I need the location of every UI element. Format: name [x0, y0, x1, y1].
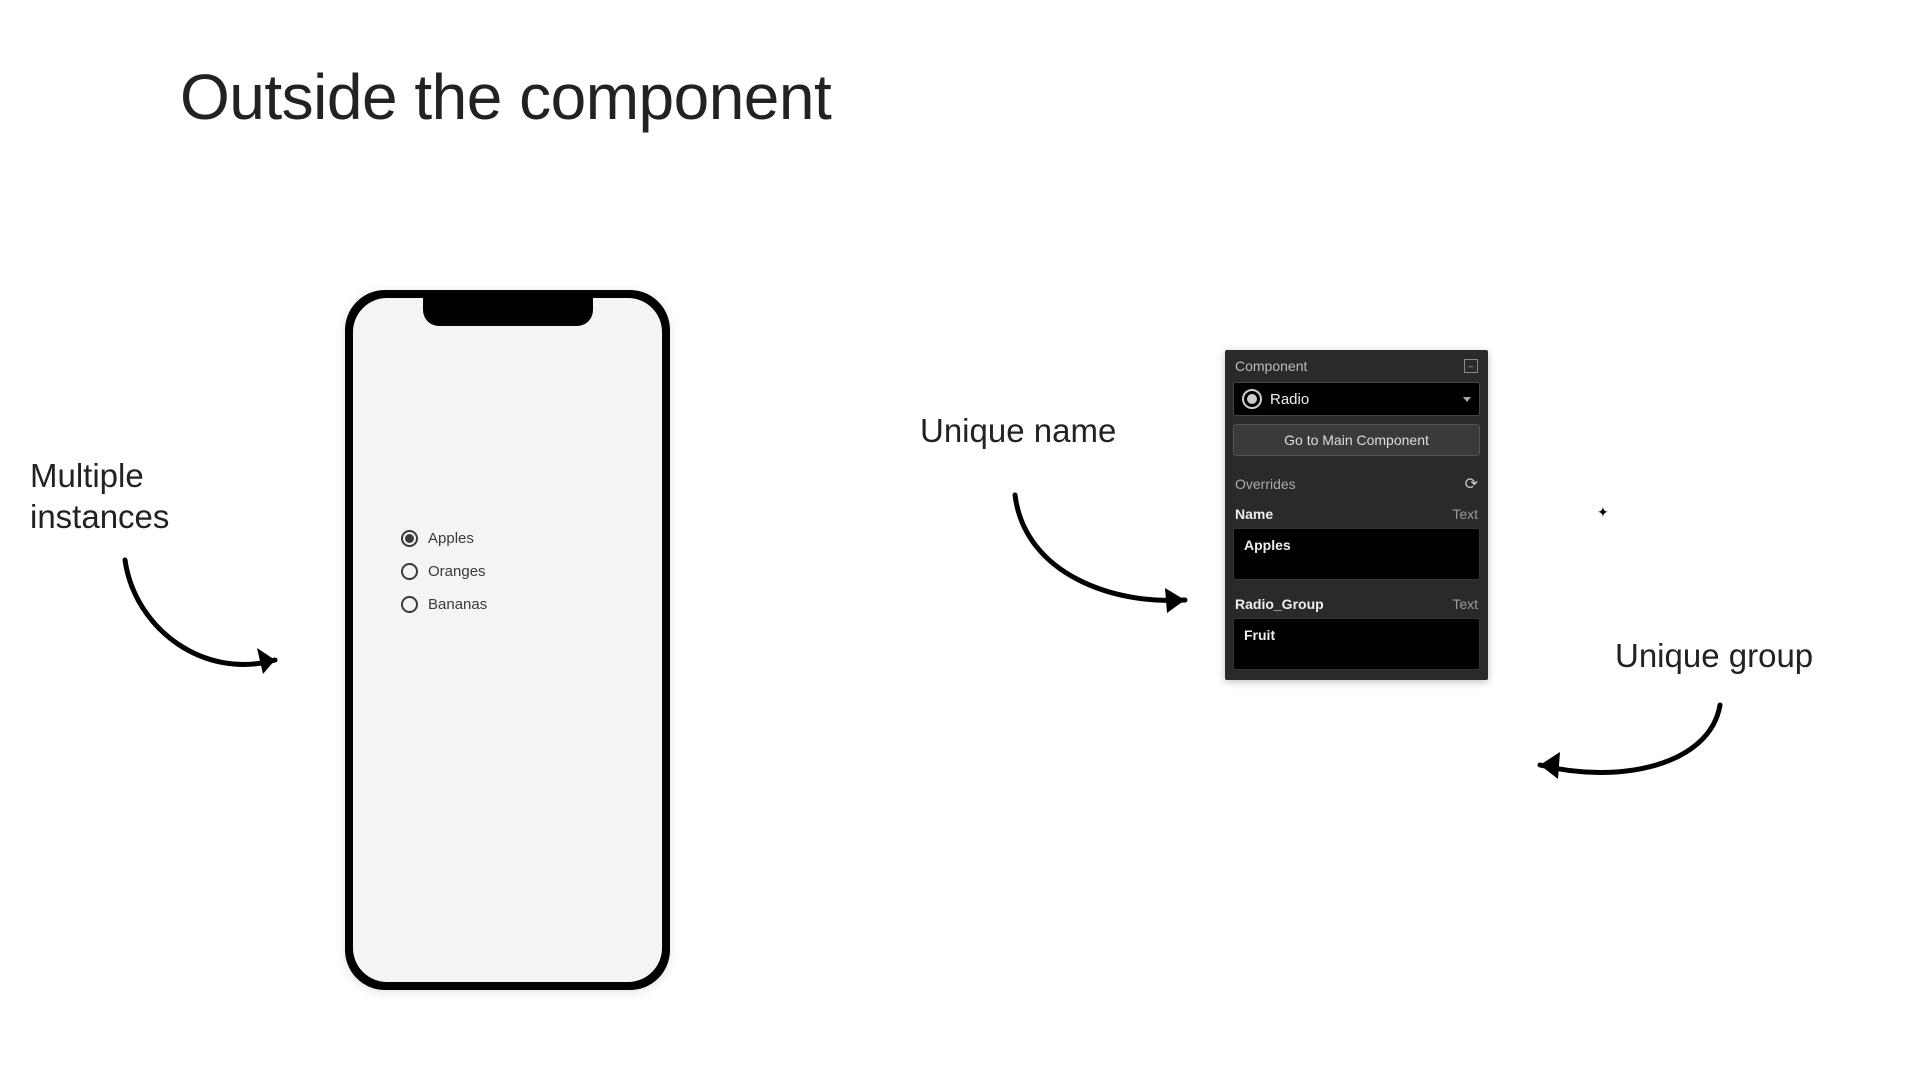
radio-label: Oranges — [428, 563, 486, 580]
radio-dot-icon — [405, 534, 414, 543]
component-name: Radio — [1270, 391, 1455, 408]
override-field-type: Text — [1452, 596, 1478, 612]
collapse-icon[interactable]: – — [1464, 359, 1478, 373]
goto-main-component-button[interactable]: Go to Main Component — [1233, 424, 1480, 456]
radio-circle-icon — [401, 563, 418, 580]
annotation-text-line1: Multiple — [30, 455, 169, 496]
override-field-label: Radio_Group — [1235, 596, 1324, 612]
component-panel: Component – Radio Go to Main Component O… — [1225, 350, 1488, 680]
slide-title: Outside the component — [180, 60, 831, 134]
cursor-icon: ✦ — [1597, 504, 1609, 521]
radio-item-oranges[interactable]: Oranges — [401, 563, 487, 580]
overrides-header: Overrides ⟳ — [1225, 468, 1488, 500]
radio-component-icon-inner — [1247, 394, 1257, 404]
annotation-unique-group: Unique group — [1615, 635, 1813, 676]
component-panel-title: Component — [1235, 358, 1307, 374]
phone-screen: Apples Oranges Bananas — [353, 298, 662, 982]
override-field-header-radiogroup: Radio_Group Text — [1225, 590, 1488, 618]
component-panel-header: Component – — [1225, 350, 1488, 382]
radio-component-icon — [1242, 389, 1262, 409]
radio-circle-icon — [401, 530, 418, 547]
chevron-down-icon — [1463, 397, 1471, 402]
annotation-text-line2: instances — [30, 496, 169, 537]
annotation-unique-name: Unique name — [920, 410, 1116, 451]
refresh-icon[interactable]: ⟳ — [1465, 474, 1478, 494]
radio-circle-icon — [401, 596, 418, 613]
override-field-value-name[interactable]: Apples — [1233, 528, 1480, 580]
arrow-unique-group — [1510, 695, 1740, 805]
radio-item-apples[interactable]: Apples — [401, 530, 487, 547]
phone-body: Apples Oranges Bananas — [345, 290, 670, 990]
radio-item-bananas[interactable]: Bananas — [401, 596, 487, 613]
radio-list: Apples Oranges Bananas — [401, 530, 487, 629]
phone-mockup: Apples Oranges Bananas — [345, 290, 670, 990]
arrow-multiple-instances — [115, 550, 315, 700]
overrides-label: Overrides — [1235, 476, 1296, 492]
override-field-value-radiogroup[interactable]: Fruit — [1233, 618, 1480, 670]
override-field-header-name: Name Text — [1225, 500, 1488, 528]
annotation-multiple-instances: Multiple instances — [30, 455, 169, 538]
phone-notch — [423, 298, 593, 326]
radio-label: Bananas — [428, 596, 487, 613]
radio-label: Apples — [428, 530, 474, 547]
arrow-unique-name — [1005, 485, 1215, 635]
override-field-type: Text — [1452, 506, 1478, 522]
component-selector[interactable]: Radio — [1233, 382, 1480, 416]
override-field-label: Name — [1235, 506, 1273, 522]
